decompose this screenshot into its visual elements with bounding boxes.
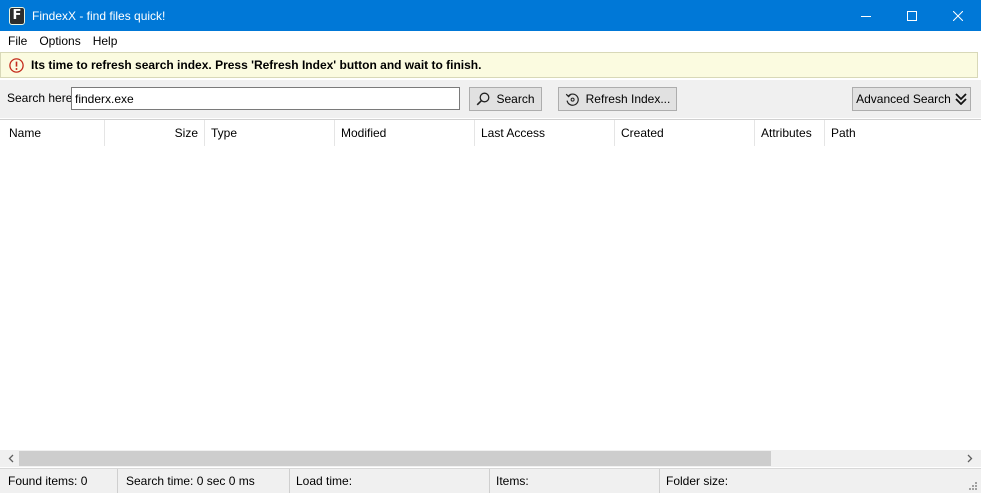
- column-header-name[interactable]: Name: [0, 120, 105, 146]
- scroll-right-button[interactable]: [961, 450, 978, 467]
- column-headers: Name Size Type Modified Last Access Crea…: [0, 120, 981, 146]
- column-header-size[interactable]: Size: [105, 120, 205, 146]
- status-items: Items:: [490, 469, 660, 493]
- search-toolbar: Search here Search Refresh Index... Adva…: [0, 80, 981, 118]
- menu-options[interactable]: Options: [35, 34, 84, 48]
- close-button[interactable]: [935, 0, 981, 31]
- search-button[interactable]: Search: [469, 87, 542, 111]
- notice-text: Its time to refresh search index. Press …: [31, 58, 482, 72]
- menu-file[interactable]: File: [4, 34, 31, 48]
- maximize-button[interactable]: [889, 0, 935, 31]
- column-header-modified[interactable]: Modified: [335, 120, 475, 146]
- status-load-time: Load time:: [290, 469, 490, 493]
- chevron-right-icon: [967, 454, 972, 463]
- column-header-last-access[interactable]: Last Access: [475, 120, 615, 146]
- minimize-icon: [861, 15, 871, 17]
- refresh-index-button[interactable]: Refresh Index...: [558, 87, 677, 111]
- refresh-icon: [565, 92, 579, 106]
- advanced-search-button[interactable]: Advanced Search: [852, 87, 971, 111]
- close-icon: [953, 10, 963, 21]
- search-label: Search here: [7, 91, 73, 105]
- column-header-created[interactable]: Created: [615, 120, 755, 146]
- menu-bar: File Options Help: [0, 31, 981, 51]
- search-input[interactable]: [71, 87, 460, 110]
- status-folder-size: Folder size:: [666, 474, 729, 488]
- maximize-icon: [907, 10, 917, 21]
- column-header-path[interactable]: Path: [825, 120, 981, 146]
- status-search-time: Search time: 0 sec 0 ms: [118, 469, 290, 493]
- app-icon: F: [9, 6, 25, 25]
- resize-grip-icon[interactable]: [968, 481, 978, 491]
- results-list[interactable]: Name Size Type Modified Last Access Crea…: [0, 119, 981, 467]
- horizontal-scrollbar[interactable]: [0, 450, 981, 467]
- scroll-left-button[interactable]: [2, 450, 19, 467]
- scrollbar-thumb[interactable]: [19, 451, 771, 466]
- status-found-items: Found items: 0: [0, 469, 118, 493]
- exclamation-circle-icon: [9, 57, 24, 73]
- status-bar: Found items: 0 Search time: 0 sec 0 ms L…: [0, 468, 981, 493]
- chevron-left-icon: [8, 454, 13, 463]
- notice-bar: Its time to refresh search index. Press …: [0, 52, 978, 78]
- minimize-button[interactable]: [843, 0, 889, 31]
- title-bar: F FindexX - find files quick!: [0, 0, 981, 31]
- magnifier-icon: [477, 92, 490, 106]
- double-chevron-down-icon: [955, 93, 967, 105]
- column-header-attributes[interactable]: Attributes: [755, 120, 825, 146]
- window-title: FindexX - find files quick!: [32, 8, 166, 23]
- column-header-type[interactable]: Type: [205, 120, 335, 146]
- menu-help[interactable]: Help: [89, 34, 122, 48]
